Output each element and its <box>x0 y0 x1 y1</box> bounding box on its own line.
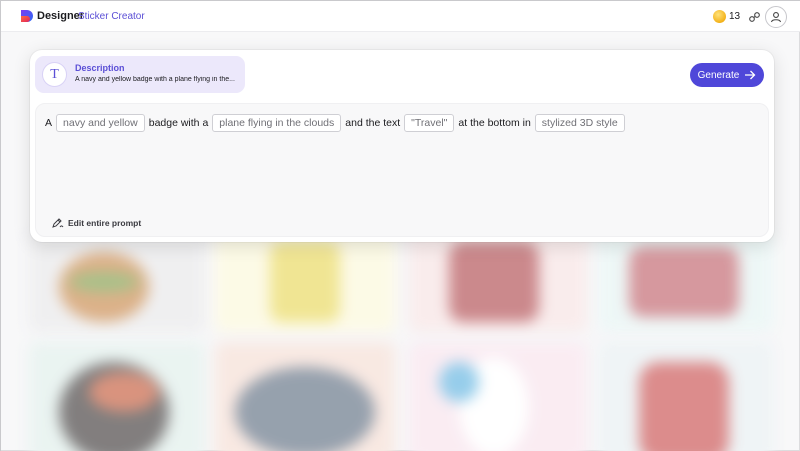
profile-button[interactable] <box>765 6 787 28</box>
description-title: Description <box>75 63 125 73</box>
generate-button[interactable]: Generate <box>690 63 764 87</box>
prompt-text: A <box>45 117 53 129</box>
profile-icon <box>770 12 782 23</box>
edit-entire-prompt-button[interactable]: Edit entire prompt <box>52 217 141 228</box>
prompt-editor: A navy and yellow badge with a plane fly… <box>35 103 769 237</box>
arrow-right-icon <box>745 70 756 80</box>
share-icon <box>748 11 760 22</box>
description-text: A navy and yellow badge with a plane fly… <box>75 76 235 83</box>
app-section-name: Sticker Creator <box>78 11 145 22</box>
share-button[interactable] <box>745 8 763 26</box>
prompt-chip-style[interactable]: stylized 3D style <box>534 114 625 132</box>
designer-logo-icon <box>21 10 33 22</box>
top-bar: Designer Sticker Creator 13 <box>1 1 800 32</box>
edit-pen-icon <box>52 218 64 228</box>
generate-label: Generate <box>697 69 740 81</box>
prompt-text: and the text <box>345 117 401 129</box>
text-type-icon: T <box>42 62 67 87</box>
edit-entire-prompt-label: Edit entire prompt <box>68 217 142 228</box>
prompt-chip-text[interactable]: "Travel" <box>404 114 455 132</box>
coin-icon <box>713 10 726 23</box>
prompt-card: T Description A navy and yellow badge wi… <box>30 50 774 242</box>
prompt-text: badge with a <box>148 117 209 129</box>
prompt-text: at the bottom in <box>458 117 531 129</box>
coin-count[interactable]: 13 <box>729 11 740 22</box>
description-pill[interactable]: T Description A navy and yellow badge wi… <box>35 56 245 93</box>
prompt-chip-colors[interactable]: navy and yellow <box>56 114 145 132</box>
prompt-chip-subject[interactable]: plane flying in the clouds <box>212 114 342 132</box>
prompt-sentence: A navy and yellow badge with a plane fly… <box>45 114 625 132</box>
